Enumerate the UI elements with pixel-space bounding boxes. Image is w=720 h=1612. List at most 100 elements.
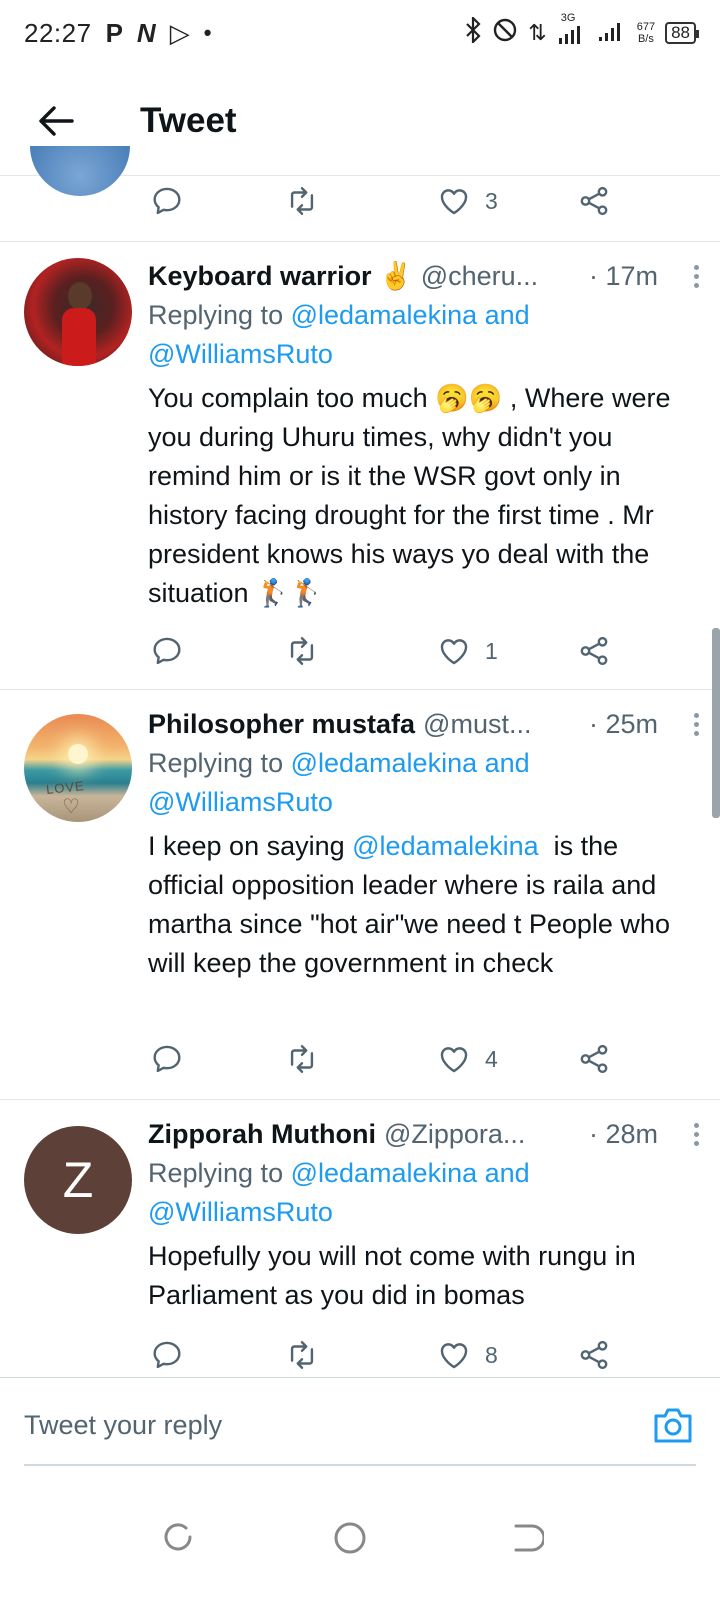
- reply-tweet[interactable]: LOVE ♡ Philosopher mustafa @must... · 25…: [0, 690, 720, 1100]
- share-button[interactable]: [577, 1034, 611, 1084]
- author-handle: @Zippora...: [383, 1118, 526, 1149]
- replying-to-label: Replying to: [148, 748, 291, 778]
- retweet-icon: [290, 187, 314, 215]
- avatar[interactable]: Z: [24, 1126, 132, 1234]
- more-options-button[interactable]: [684, 1114, 708, 1154]
- replying-to-label: Replying to: [148, 300, 291, 330]
- camera-icon: [654, 1408, 692, 1443]
- recent-apps-icon: [164, 1523, 192, 1551]
- battery-indicator: 88: [665, 22, 699, 44]
- reply-tweet[interactable]: Keyboard warrior ✌️ @cheru... · 17m Repl…: [0, 242, 720, 690]
- composer-divider: [24, 1464, 696, 1466]
- reply-icon: [153, 1341, 181, 1369]
- recent-apps-button[interactable]: [160, 1520, 200, 1560]
- replying-to-label: Replying to: [148, 1158, 291, 1188]
- like-count: 1: [485, 637, 498, 664]
- heart-icon: [440, 189, 468, 215]
- signal-icon-3g: 3G: [557, 12, 587, 46]
- heart-icon: [440, 1343, 468, 1369]
- previous-tweet-actions: 3: [0, 146, 720, 242]
- like-count: 8: [485, 1341, 498, 1368]
- status-time: 22:27: [24, 17, 92, 48]
- tweet-text: I keep on saying @ledamalekina is the of…: [148, 827, 688, 983]
- retweet-button[interactable]: [285, 176, 319, 226]
- retweet-icon: [290, 1341, 314, 1369]
- back-button[interactable]: [26, 91, 86, 151]
- reply-tweet[interactable]: Z Zipporah Muthoni @Zippora... · 28m Rep…: [0, 1100, 720, 1378]
- net-speed-unit: B/s: [637, 33, 654, 45]
- action-bar: 3: [150, 176, 670, 226]
- reply-button[interactable]: [150, 176, 184, 226]
- reply-button[interactable]: [150, 1034, 184, 1084]
- action-bar: 4: [150, 1034, 670, 1084]
- data-transfer-icon: ⇅: [528, 20, 547, 45]
- notification-n-icon: N: [136, 17, 156, 48]
- retweet-button[interactable]: [285, 626, 319, 676]
- share-icon: [580, 636, 608, 666]
- back-nav-button[interactable]: [508, 1520, 548, 1560]
- author-name[interactable]: Zipporah Muthoni: [148, 1119, 376, 1150]
- like-button[interactable]: 8: [437, 1330, 498, 1380]
- author-name[interactable]: Philosopher mustafa: [148, 709, 415, 740]
- status-bar: 22:27 P N ▷ • ⇅ 3G 677 B/s 88: [0, 0, 720, 66]
- more-options-button[interactable]: [684, 256, 708, 296]
- arrow-left-icon: [39, 105, 74, 136]
- avatar[interactable]: LOVE ♡: [24, 714, 132, 822]
- net-speed-value: 677: [636, 21, 656, 33]
- camera-button[interactable]: [652, 1406, 694, 1444]
- share-button[interactable]: [577, 626, 611, 676]
- share-button[interactable]: [577, 176, 611, 226]
- reply-icon: [153, 637, 181, 665]
- author-name[interactable]: Keyboard warrior ✌️: [148, 260, 413, 292]
- notification-p-icon: P: [105, 17, 123, 48]
- home-button[interactable]: [332, 1520, 372, 1560]
- page-title: Tweet: [140, 100, 237, 140]
- scrollbar-thumb[interactable]: [712, 628, 720, 818]
- tweet-time: · 17m: [588, 260, 658, 291]
- reply-icon: [153, 187, 181, 215]
- author-handle: @cheru...: [420, 260, 539, 291]
- share-icon: [580, 186, 608, 216]
- tweet-text: Hopefully you will not come with rungu i…: [148, 1241, 636, 1310]
- reply-composer: [0, 1378, 720, 1468]
- retweet-icon: [290, 1045, 314, 1073]
- bluetooth-icon: [464, 15, 482, 49]
- share-button[interactable]: [577, 1330, 611, 1380]
- tweet-time: · 28m: [588, 1118, 658, 1149]
- heart-icon: [440, 639, 468, 665]
- share-icon: [580, 1044, 608, 1074]
- share-icon: [580, 1340, 608, 1370]
- action-bar: 1: [150, 626, 670, 676]
- retweet-icon: [290, 637, 314, 665]
- previous-tweet-avatar[interactable]: [30, 146, 130, 196]
- retweet-button[interactable]: [285, 1034, 319, 1084]
- like-button[interactable]: 1: [437, 626, 498, 676]
- notification-play-icon: ▷: [169, 17, 190, 48]
- reply-button[interactable]: [150, 1330, 184, 1380]
- tweet-time: · 25m: [588, 708, 658, 739]
- like-count: 4: [485, 1045, 498, 1072]
- more-options-button[interactable]: [684, 704, 708, 744]
- reply-button[interactable]: [150, 626, 184, 676]
- retweet-button[interactable]: [285, 1330, 319, 1380]
- replying-to: Replying to @ledamalekina and @WilliamsR…: [148, 1154, 688, 1232]
- signal-icon-2: [597, 17, 627, 49]
- net-speed: 677 B/s: [637, 21, 655, 45]
- tweet-text: You complain too much 🥱🥱 , Where were yo…: [148, 383, 671, 608]
- back-nav-icon: [514, 1524, 546, 1552]
- notification-dot-icon: •: [203, 20, 212, 45]
- home-icon: [334, 1522, 366, 1554]
- replying-to: Replying to @ledamalekina and @WilliamsR…: [148, 744, 688, 822]
- mention-link[interactable]: @ledamalekina: [352, 831, 539, 861]
- reply-icon: [153, 1045, 181, 1073]
- action-bar: 8: [150, 1330, 670, 1380]
- reply-input[interactable]: [24, 1386, 624, 1464]
- author-handle: @must...: [423, 708, 532, 739]
- like-button[interactable]: 4: [437, 1034, 498, 1084]
- avatar[interactable]: [24, 258, 132, 366]
- replying-to: Replying to @ledamalekina and @WilliamsR…: [148, 296, 688, 374]
- tweet-text-part: I keep on saying: [148, 831, 353, 861]
- like-count: 3: [485, 187, 498, 214]
- like-button[interactable]: 3: [437, 176, 498, 226]
- heart-icon: [440, 1047, 468, 1073]
